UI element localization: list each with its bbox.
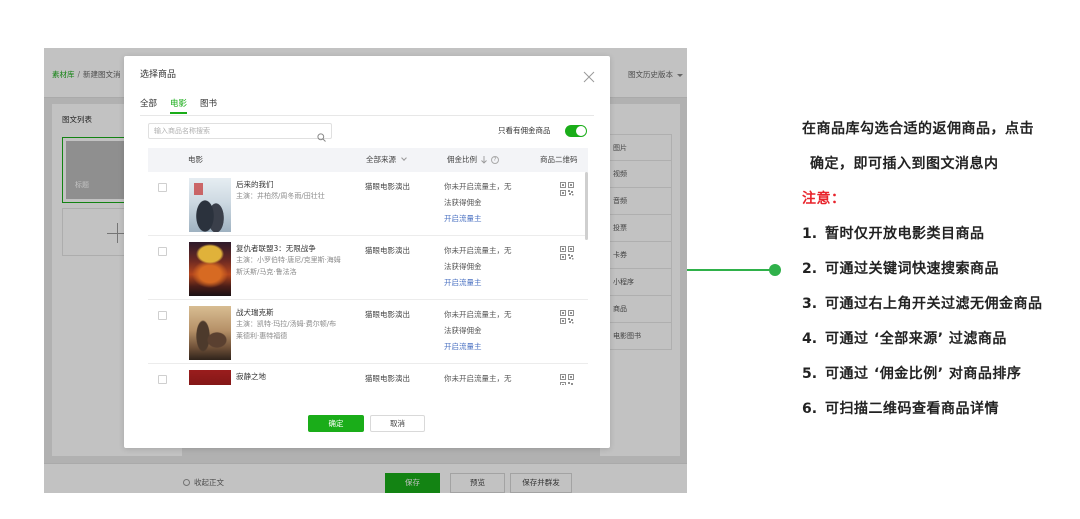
commission-cell: 你未开启流量主，无 xyxy=(444,371,516,385)
annotation-item-number: 6. xyxy=(802,401,818,417)
row-checkbox[interactable] xyxy=(158,183,167,192)
select-product-dialog: 选择商品 全部 电影 图书 只看有佣金商品 电影 xyxy=(124,56,610,448)
enable-traffic-master-link[interactable]: 开启流量主 xyxy=(444,339,516,355)
column-source-label: 全部来源 xyxy=(366,155,396,164)
callout-line xyxy=(687,269,775,271)
movie-poster xyxy=(189,370,231,385)
product-table-body: 后来的我们 主演：井柏然/周冬雨/田壮壮 猫眼电影演出 你未开启流量主，无法获得… xyxy=(148,172,588,385)
tab-all[interactable]: 全部 xyxy=(140,98,157,110)
commission-filter-label: 只看有佣金商品 xyxy=(498,126,551,135)
annotation-item-text: 可通过关键词快速搜索商品 xyxy=(825,261,999,277)
movie-title: 后来的我们 xyxy=(236,180,274,189)
editor-screenshot: 素材库 / 新建图文消 图文历史版本 图文列表 标题 图片 视频 音频 投票 卡… xyxy=(44,48,687,493)
movie-cast: 主演：小罗伯特·唐尼/克里斯·海姆斯沃斯/马克·鲁法洛 xyxy=(236,256,341,276)
table-header: 电影 全部来源 佣金比例 商品二维码 xyxy=(148,148,588,172)
commission-note: 你未开启流量主，无法获得佣金 xyxy=(444,310,512,335)
dialog-title: 选择商品 xyxy=(140,70,177,80)
enable-traffic-master-link[interactable]: 开启流量主 xyxy=(444,275,516,291)
annotation-intro-line1: 在商品库勾选合适的返佣商品，点击 xyxy=(802,121,1034,137)
row-checkbox[interactable] xyxy=(158,247,167,256)
commission-sort-header[interactable]: 佣金比例 xyxy=(447,155,499,165)
movie-poster xyxy=(189,306,231,360)
commission-note: 你未开启流量主，无法获得佣金 xyxy=(444,182,512,207)
annotation-item-number: 2. xyxy=(802,261,818,277)
annotation-item: 1. 暂时仅开放电影类目商品 xyxy=(802,217,1043,252)
annotation-item: 6. 可扫描二维码查看商品详情 xyxy=(802,392,1043,427)
product-source: 猫眼电影演出 xyxy=(365,374,410,383)
commission-filter-toggle[interactable] xyxy=(565,125,587,137)
annotation-item: 4. 可通过 ‘全部来源’ 过滤商品 xyxy=(802,322,1043,357)
callout-dot xyxy=(769,264,781,276)
search-input[interactable] xyxy=(154,124,314,138)
annotation-item: 5. 可通过 ‘佣金比例’ 对商品排序 xyxy=(802,357,1043,392)
table-scrollbar[interactable] xyxy=(585,172,588,240)
column-commission-label: 佣金比例 xyxy=(447,155,477,164)
source-filter-dropdown[interactable]: 全部来源 xyxy=(366,155,407,165)
page: 素材库 / 新建图文消 图文历史版本 图文列表 标题 图片 视频 音频 投票 卡… xyxy=(0,0,1080,519)
movie-title: 复仇者联盟3：无限战争 xyxy=(236,244,316,253)
enable-traffic-master-link[interactable]: 开启流量主 xyxy=(444,211,516,227)
commission-cell: 你未开启流量主，无法获得佣金 开启流量主 xyxy=(444,307,516,355)
annotation-item: 2. 可通过关键词快速搜索商品 xyxy=(802,252,1043,287)
search-icon[interactable] xyxy=(317,127,326,142)
toggle-knob xyxy=(576,126,586,136)
movie-title: 战犬瑞克斯 xyxy=(236,308,274,317)
table-row[interactable]: 复仇者联盟3：无限战争 主演：小罗伯特·唐尼/克里斯·海姆斯沃斯/马克·鲁法洛 … xyxy=(148,236,588,300)
movie-cast: 主演：井柏然/周冬雨/田壮壮 xyxy=(236,192,325,200)
annotation-item-number: 3. xyxy=(802,296,818,312)
annotation-item-text: 可扫描二维码查看商品详情 xyxy=(825,401,999,417)
qr-code-icon[interactable] xyxy=(560,373,574,385)
annotation-item-number: 4. xyxy=(802,331,818,347)
table-row[interactable]: 后来的我们 主演：井柏然/周冬雨/田壮壮 猫眼电影演出 你未开启流量主，无法获得… xyxy=(148,172,588,236)
annotation-item-number: 5. xyxy=(802,366,818,382)
tab-divider xyxy=(140,115,594,116)
close-icon[interactable] xyxy=(583,68,595,83)
product-source: 猫眼电影演出 xyxy=(365,246,410,255)
annotation-item-text: 可通过右上角开关过滤无佣金商品 xyxy=(825,296,1043,312)
annotation-intro-line2: 确定，即可插入到图文消息内 xyxy=(810,156,999,172)
annotation-note-label: 注意： xyxy=(802,191,846,207)
search-box xyxy=(148,123,332,142)
table-row[interactable]: 寂静之地 猫眼电影演出 你未开启流量主，无 xyxy=(148,364,588,385)
cancel-button[interactable]: 取消 xyxy=(370,415,425,432)
chevron-down-icon xyxy=(401,155,407,161)
sort-down-icon[interactable] xyxy=(481,156,487,164)
commission-cell: 你未开启流量主，无法获得佣金 开启流量主 xyxy=(444,179,516,227)
movie-poster xyxy=(189,178,231,232)
tab-movie[interactable]: 电影 xyxy=(170,98,188,114)
tab-book[interactable]: 图书 xyxy=(200,98,217,110)
annotation-item-text: 可通过 ‘佣金比例’ 对商品排序 xyxy=(825,366,1022,382)
product-source: 猫眼电影演出 xyxy=(365,182,410,191)
qr-code-icon[interactable] xyxy=(560,181,574,196)
annotation-item: 3. 可通过右上角开关过滤无佣金商品 xyxy=(802,287,1043,322)
commission-cell: 你未开启流量主，无法获得佣金 开启流量主 xyxy=(444,243,516,291)
annotation-item-text: 可通过 ‘全部来源’ 过滤商品 xyxy=(825,331,1007,347)
commission-note: 你未开启流量主，无法获得佣金 xyxy=(444,246,512,271)
movie-poster xyxy=(189,242,231,296)
movie-cast: 主演：凯特·玛拉/汤姆·费尔顿/布莱德利·惠特福德 xyxy=(236,320,337,340)
category-tabs: 全部 电影 图书 xyxy=(140,98,260,114)
row-checkbox[interactable] xyxy=(158,375,167,384)
table-row[interactable]: 战犬瑞克斯 主演：凯特·玛拉/汤姆·费尔顿/布莱德利·惠特福德 猫眼电影演出 你… xyxy=(148,300,588,364)
product-source: 猫眼电影演出 xyxy=(365,310,410,319)
qr-code-icon[interactable] xyxy=(560,245,574,260)
qr-code-icon[interactable] xyxy=(560,309,574,324)
commission-note: 你未开启流量主，无 xyxy=(444,374,512,383)
confirm-button[interactable]: 确定 xyxy=(308,415,364,432)
column-movie: 电影 xyxy=(188,155,203,164)
annotation-item-number: 1. xyxy=(802,226,818,242)
annotation-panel: 在商品库勾选合适的返佣商品，点击 确定，即可插入到图文消息内 注意： 1. 暂时仅… xyxy=(802,112,1043,427)
row-checkbox[interactable] xyxy=(158,311,167,320)
help-icon[interactable] xyxy=(491,156,499,164)
column-qr-code: 商品二维码 xyxy=(540,155,578,164)
annotation-item-text: 暂时仅开放电影类目商品 xyxy=(825,226,985,242)
movie-title: 寂静之地 xyxy=(236,372,266,381)
